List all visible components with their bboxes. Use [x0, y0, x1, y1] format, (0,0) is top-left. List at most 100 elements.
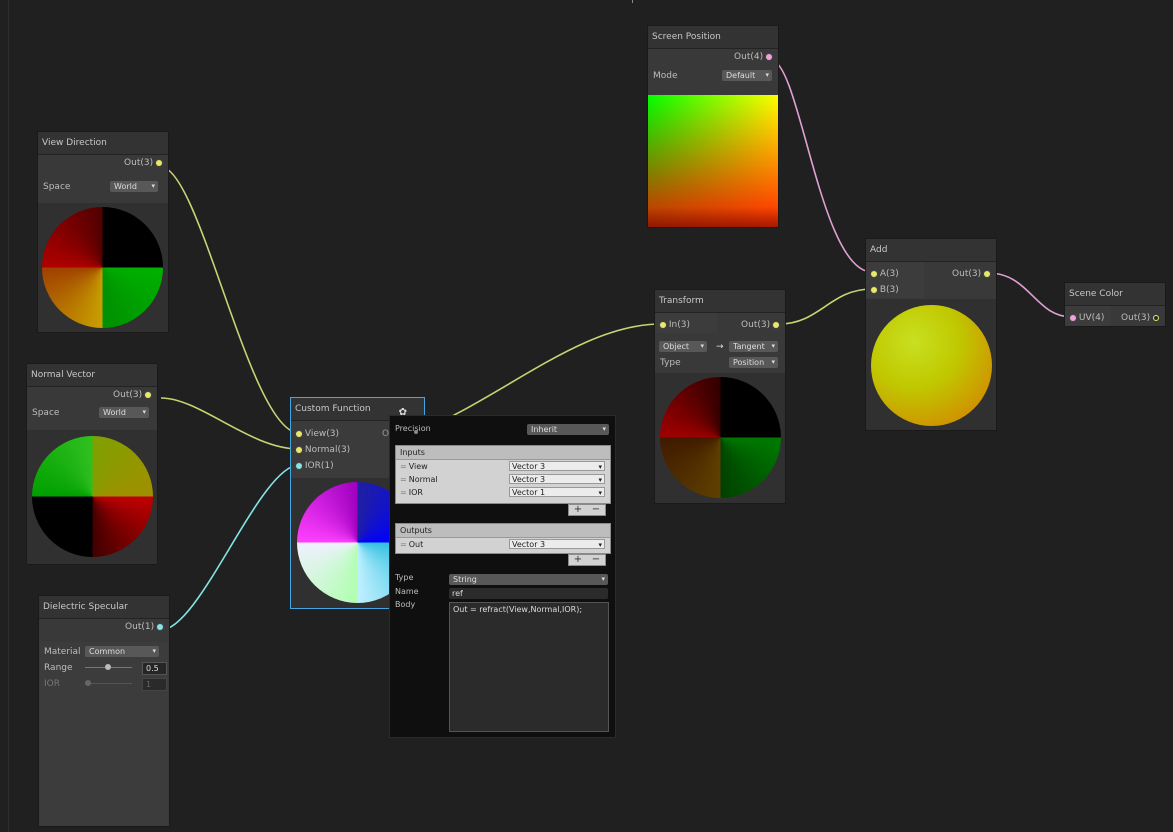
- output-port-icon[interactable]: [773, 321, 779, 328]
- port-label: Out(1): [125, 622, 155, 632]
- node-title: Screen Position: [648, 26, 778, 49]
- input-item[interactable]: = View Vector 3: [396, 460, 610, 473]
- input-name: IOR: [408, 488, 423, 497]
- body-textarea[interactable]: Out = refract(View,Normal,IOR);: [449, 602, 609, 732]
- mode-label: Mode: [653, 71, 678, 81]
- node-dielectric-specular[interactable]: Dielectric Specular Out(1) Material Comm…: [38, 595, 170, 827]
- preview-sphere: [660, 377, 781, 498]
- output-type-dropdown[interactable]: Vector 3: [509, 539, 605, 550]
- input-name: View: [408, 462, 428, 471]
- mode-dropdown[interactable]: Default: [722, 70, 772, 81]
- material-dropdown[interactable]: Common: [85, 646, 159, 657]
- from-space-dropdown[interactable]: Object: [659, 341, 707, 352]
- wire-add-to-scenecolor: [987, 272, 1073, 318]
- input-port-uv[interactable]: UV(4): [1065, 310, 1111, 326]
- output-port-icon[interactable]: [157, 623, 163, 630]
- port-label: Out(3): [1121, 313, 1151, 323]
- ruler-tick: [632, 0, 633, 3]
- node-view-direction[interactable]: View Direction Out(3) Space World: [37, 131, 169, 333]
- output-port-row[interactable]: Out(4): [648, 49, 778, 65]
- space-conversion-row: Object → Tangent: [655, 339, 785, 355]
- output-port-icon[interactable]: [156, 159, 162, 166]
- material-label: Material: [44, 647, 81, 657]
- input-port-icon[interactable]: [1070, 314, 1076, 321]
- input-port-icon[interactable]: [296, 430, 302, 437]
- remove-output-button[interactable]: −: [587, 555, 605, 565]
- port-label: Normal(3): [304, 445, 351, 455]
- input-type-dropdown[interactable]: Vector 3: [509, 461, 605, 472]
- output-port-icon[interactable]: [145, 391, 151, 398]
- node-title: View Direction: [38, 132, 168, 155]
- port-label: IOR(1): [304, 461, 334, 471]
- output-port-icon[interactable]: [1153, 314, 1159, 321]
- name-field[interactable]: ref: [449, 588, 608, 599]
- space-label: Space: [32, 408, 60, 418]
- mode-row: Mode Default: [648, 68, 778, 84]
- port-label: View(3): [304, 429, 339, 439]
- output-port-row[interactable]: Out(3): [27, 387, 157, 403]
- ior-slider-handle: [85, 680, 91, 686]
- input-port-icon[interactable]: [296, 446, 302, 453]
- to-space-dropdown[interactable]: Tangent: [729, 341, 778, 352]
- node-screen-position[interactable]: Screen Position Out(4) Mode Default: [647, 25, 779, 228]
- drag-handle-icon[interactable]: =: [400, 540, 407, 549]
- input-port-icon[interactable]: [871, 270, 877, 277]
- input-port-view[interactable]: View(3): [291, 426, 381, 442]
- input-port-b[interactable]: B(3): [866, 282, 924, 298]
- input-port-icon[interactable]: [296, 462, 302, 469]
- input-port-a[interactable]: A(3): [866, 266, 924, 282]
- wire-view-direction: [160, 166, 300, 434]
- port-label: In(3): [668, 320, 690, 330]
- node-transform[interactable]: Transform In(3) Out(3) Object → Tangent …: [654, 289, 786, 504]
- add-input-button[interactable]: +: [569, 505, 587, 515]
- type-dropdown[interactable]: Position: [729, 357, 778, 368]
- input-item[interactable]: = Normal Vector 3: [396, 473, 610, 486]
- input-port-normal[interactable]: Normal(3): [291, 442, 381, 458]
- input-item[interactable]: = IOR Vector 1: [396, 486, 610, 499]
- type-label: Type: [395, 573, 414, 582]
- add-output-button[interactable]: +: [569, 555, 587, 565]
- output-port-icon[interactable]: [984, 270, 990, 277]
- output-port-row[interactable]: Out(3): [1111, 310, 1165, 326]
- node-preview: [38, 203, 168, 332]
- input-port-ior[interactable]: IOR(1): [291, 458, 381, 474]
- node-normal-vector[interactable]: Normal Vector Out(3) Space World: [26, 363, 158, 565]
- drag-handle-icon[interactable]: =: [400, 462, 407, 471]
- custom-function-settings-panel: Precision Inherit Inputs =View Vector 3 …: [389, 415, 616, 738]
- space-row: Space World: [27, 405, 157, 421]
- range-value-field[interactable]: 0.5: [142, 662, 167, 675]
- output-port-row[interactable]: Out(3): [38, 155, 168, 171]
- node-scene-color[interactable]: Scene Color UV(4) Out(3): [1064, 282, 1166, 327]
- type-row: Type Position: [655, 355, 785, 371]
- drag-handle-icon[interactable]: =: [400, 475, 407, 484]
- port-label: Out(4): [734, 52, 764, 62]
- type-label: Type: [660, 358, 681, 368]
- port-label: Out(3): [741, 320, 771, 330]
- space-dropdown[interactable]: World: [99, 407, 149, 418]
- input-port-icon[interactable]: [660, 321, 666, 328]
- node-title-text: Custom Function: [295, 404, 371, 414]
- material-row: Material Common: [39, 644, 169, 660]
- type-dropdown[interactable]: String: [449, 574, 608, 585]
- input-type-dropdown[interactable]: Vector 3: [509, 474, 605, 485]
- input-port-icon[interactable]: [871, 286, 877, 293]
- precision-dropdown[interactable]: Inherit: [527, 424, 609, 435]
- ior-slider-track: [85, 683, 132, 684]
- output-port-row[interactable]: Out(1): [39, 619, 169, 635]
- input-port-in[interactable]: In(3): [655, 317, 715, 333]
- drag-handle-icon[interactable]: =: [400, 488, 407, 497]
- output-port-row[interactable]: Out(3): [717, 317, 785, 333]
- remove-input-button[interactable]: −: [587, 505, 605, 515]
- node-add[interactable]: Add A(3) B(3) Out(3): [865, 238, 997, 431]
- space-label: Space: [43, 182, 71, 192]
- input-type-dropdown[interactable]: Vector 1: [509, 487, 605, 498]
- space-dropdown[interactable]: World: [110, 181, 158, 192]
- range-slider-handle[interactable]: [105, 664, 111, 670]
- outputs-add-remove: + −: [568, 554, 606, 566]
- output-port-icon[interactable]: [414, 430, 418, 434]
- output-port-row[interactable]: Out(3): [924, 266, 996, 282]
- output-port-icon[interactable]: [766, 53, 772, 60]
- output-item[interactable]: = Out Vector 3: [396, 538, 610, 551]
- outputs-header: Outputs: [396, 524, 610, 538]
- preview-sphere: [42, 207, 163, 328]
